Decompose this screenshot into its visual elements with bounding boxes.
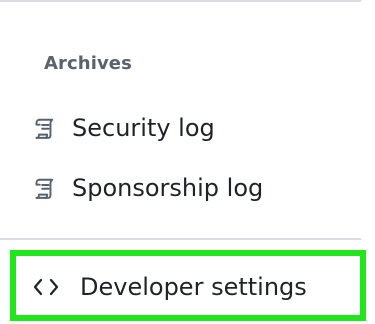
sidebar-item-label: Security log <box>72 114 215 142</box>
top-divider <box>0 0 361 2</box>
sidebar-item-label: Developer settings <box>80 273 307 301</box>
sidebar-item-developer-settings[interactable]: Developer settings <box>30 262 307 312</box>
section-divider <box>0 238 361 240</box>
log-icon <box>30 174 58 202</box>
sidebar-item-sponsorship-log[interactable]: Sponsorship log <box>30 168 263 208</box>
sidebar-item-security-log[interactable]: Security log <box>30 108 215 148</box>
section-heading-archives: Archives <box>44 53 132 74</box>
sidebar-item-label: Sponsorship log <box>72 174 264 202</box>
log-icon <box>30 114 58 142</box>
code-icon <box>30 273 62 301</box>
